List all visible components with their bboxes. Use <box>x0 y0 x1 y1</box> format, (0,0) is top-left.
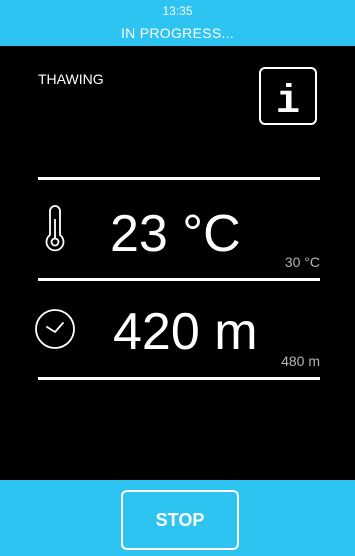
divider <box>38 177 320 180</box>
remaining-time: 420 m <box>113 303 258 361</box>
total-time: 480 m <box>281 353 320 369</box>
info-icon: i <box>276 80 300 118</box>
target-temperature: 30 °C <box>284 254 320 270</box>
status-bar: 13:35 IN PROGRESS... <box>0 0 355 46</box>
info-glyph: i <box>276 80 300 118</box>
stop-button[interactable]: STOP <box>121 490 239 550</box>
status-time: 13:35 <box>162 4 193 18</box>
current-temperature: 23 °C <box>110 205 241 263</box>
divider <box>38 278 320 281</box>
info-button[interactable]: i <box>259 67 317 125</box>
divider <box>38 377 320 380</box>
status-text: IN PROGRESS... <box>120 25 235 41</box>
thermometer-icon <box>45 205 65 252</box>
clock-icon <box>35 309 75 349</box>
mode-label: THAWING <box>38 71 104 87</box>
